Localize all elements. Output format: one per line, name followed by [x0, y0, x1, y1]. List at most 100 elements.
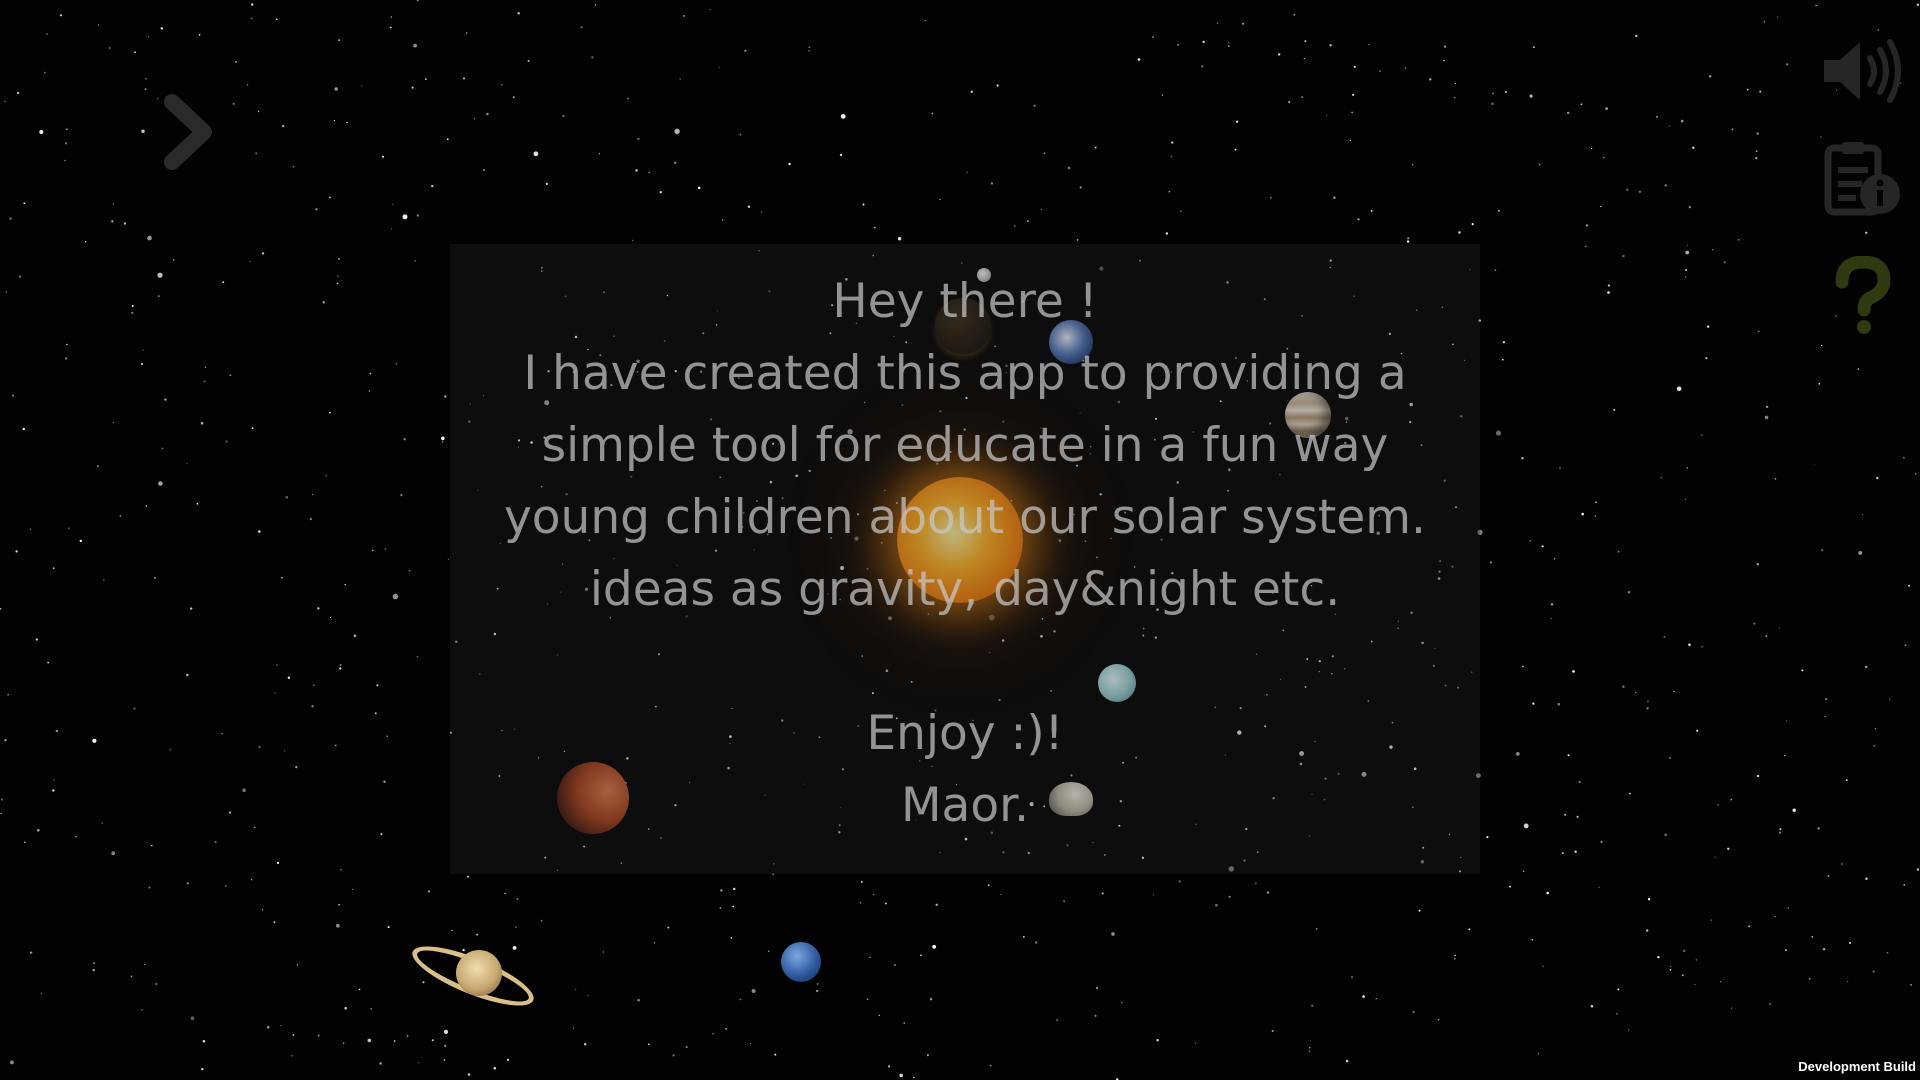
star [1594, 515, 1596, 517]
star [402, 214, 408, 220]
star [1429, 78, 1432, 81]
planet-saturn[interactable] [456, 950, 502, 996]
star [648, 172, 650, 174]
star [1605, 107, 1608, 110]
star [1845, 779, 1848, 781]
star [501, 84, 503, 86]
star [1293, 13, 1296, 16]
star [1236, 120, 1239, 123]
star [920, 954, 922, 956]
info-button[interactable] [1822, 138, 1904, 218]
star [1778, 627, 1781, 629]
star [296, 964, 299, 966]
star [1862, 514, 1863, 515]
message-line-signature: Maor. [900, 778, 1030, 833]
star [1546, 891, 1549, 895]
star [53, 779, 55, 781]
star [1590, 1004, 1594, 1008]
star [157, 272, 163, 278]
welcome-message-panel[interactable]: Hey there ! I have created this app to p… [450, 244, 1480, 874]
star [860, 880, 863, 883]
star [1067, 166, 1071, 170]
star [313, 684, 315, 686]
star [387, 926, 390, 929]
star [1580, 103, 1583, 106]
star [1111, 932, 1115, 936]
star [899, 1073, 903, 1078]
star [1228, 45, 1230, 47]
star [52, 789, 55, 792]
star [379, 1062, 382, 1065]
star [584, 1043, 587, 1046]
star [1784, 755, 1786, 757]
star [157, 295, 160, 297]
star [200, 422, 204, 425]
star [1865, 231, 1868, 234]
star [527, 59, 530, 62]
star [111, 851, 116, 856]
sound-button[interactable] [1820, 36, 1904, 106]
star [637, 999, 640, 1002]
star [157, 97, 159, 99]
star [392, 593, 399, 600]
star [1161, 94, 1164, 96]
star [1180, 210, 1182, 212]
star [1627, 591, 1631, 594]
star [1824, 715, 1826, 718]
star [1886, 951, 1889, 954]
star [267, 1025, 270, 1029]
star [1687, 245, 1689, 246]
star [276, 664, 278, 666]
star [250, 17, 252, 20]
star [1681, 974, 1684, 977]
star [1, 798, 3, 801]
star [1660, 476, 1662, 479]
star [204, 366, 206, 368]
help-button[interactable] [1828, 256, 1898, 336]
star [1486, 836, 1489, 839]
star [859, 902, 862, 904]
star [287, 676, 291, 679]
star [276, 861, 280, 865]
star [148, 36, 150, 38]
star [295, 766, 298, 769]
star [225, 885, 227, 887]
star [1288, 101, 1290, 103]
star [602, 951, 604, 953]
star [1585, 245, 1587, 247]
star [147, 235, 152, 241]
star [483, 168, 486, 172]
star [591, 56, 594, 59]
star [1581, 512, 1584, 516]
star [1769, 1003, 1771, 1005]
star [1022, 935, 1025, 938]
star [1567, 754, 1570, 757]
star [1876, 476, 1879, 480]
star [1303, 58, 1305, 60]
star [1079, 186, 1082, 189]
star [172, 259, 175, 261]
star [142, 349, 144, 351]
planet-neptune[interactable] [781, 942, 821, 982]
star [1368, 44, 1370, 46]
star [1613, 408, 1616, 411]
star [66, 343, 68, 346]
star [1707, 325, 1710, 328]
star [1443, 59, 1445, 62]
star [1709, 75, 1712, 78]
star [46, 33, 48, 35]
star [1572, 670, 1575, 673]
star [447, 558, 449, 561]
star [1554, 558, 1556, 560]
star [575, 989, 577, 991]
star [1216, 22, 1219, 24]
clipboard-info-icon [1824, 142, 1900, 216]
star [1542, 965, 1545, 968]
star [441, 436, 445, 441]
star [1622, 254, 1625, 258]
star [1719, 981, 1722, 983]
star [1696, 729, 1699, 732]
star [1701, 646, 1703, 648]
star [1811, 935, 1813, 938]
next-button[interactable] [160, 92, 220, 172]
